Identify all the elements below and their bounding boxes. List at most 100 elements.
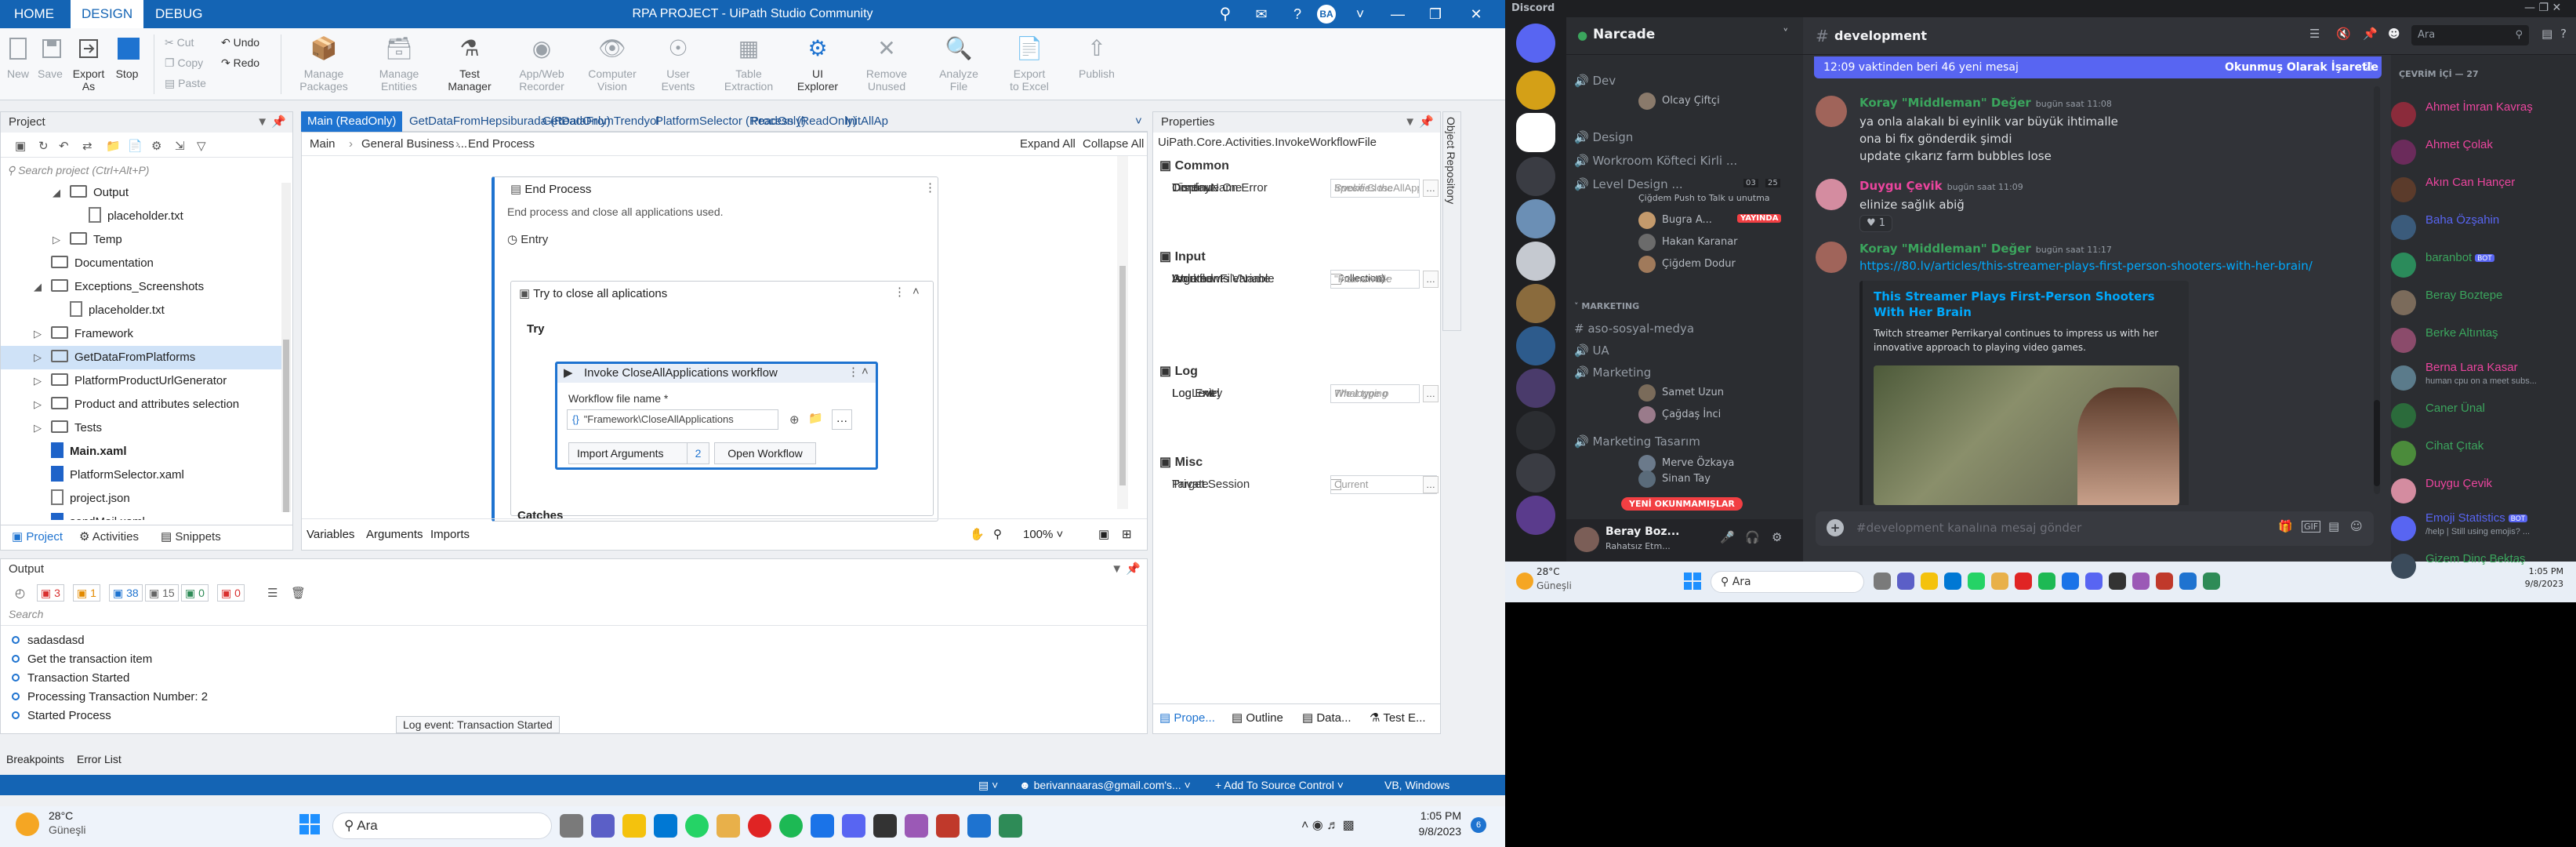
file-icon[interactable]: 📄 — [128, 139, 143, 153]
designer-scrollbar[interactable] — [1117, 156, 1128, 509]
pin-icon[interactable]: ▼ 📌 — [1111, 559, 1141, 580]
avatar[interactable]: BA — [1317, 5, 1336, 24]
task-view-icon[interactable] — [1874, 573, 1891, 590]
status-icons[interactable]: ▤ ˅ — [978, 775, 998, 795]
windows-start-icon[interactable] — [1684, 573, 1701, 590]
voice-user[interactable]: Çağdaş İnci — [1638, 405, 1721, 425]
weather-icon[interactable] — [16, 812, 39, 836]
member-item[interactable]: Baha Özşahin — [2391, 210, 2563, 245]
member-item[interactable]: Duygu Çevik — [2391, 474, 2563, 508]
microphone-icon[interactable]: 🎤 — [1720, 530, 1735, 544]
tab-activities[interactable]: ⚙ Activities — [79, 525, 139, 549]
member-item[interactable]: Emoji Statistics BOT/help | Still using e… — [2391, 511, 2563, 546]
property-value-input[interactable]: "Framework — [1330, 270, 1420, 289]
member-item[interactable]: Berna Lara Kasar human cpu on a meet subs… — [2391, 361, 2563, 395]
property-value-input[interactable]: Current — [1330, 475, 1437, 494]
tree-item[interactable]: Main.xaml — [1, 440, 281, 463]
mute-icon[interactable]: 🔇 — [2336, 27, 2351, 41]
chevron-right-icon[interactable]: ▷ — [34, 322, 51, 346]
avatar[interactable] — [1816, 96, 1847, 127]
tab-outline[interactable]: ▤ Outline — [1232, 704, 1283, 732]
tab-design[interactable]: DESIGN — [71, 0, 144, 28]
property-section-header[interactable]: ▣ Misc — [1153, 453, 1440, 473]
help-icon[interactable]: ? — [1279, 0, 1315, 28]
collapse-icon[interactable]: ˄ — [912, 285, 920, 298]
pin-icon[interactable]: ▼ 📌 — [1404, 112, 1434, 133]
member-item[interactable]: Gizem Dinç Bektaş — [2391, 549, 2563, 583]
arguments-tab[interactable]: Arguments — [366, 519, 423, 551]
mail-icon[interactable] — [1944, 573, 1961, 590]
member-item[interactable]: Caner Ünal — [2391, 398, 2563, 433]
publish-button[interactable]: ⇧ Publish — [1063, 33, 1130, 81]
document-tab[interactable]: Main (ReadOnly) — [301, 111, 403, 132]
discord-home-icon[interactable] — [1516, 24, 1555, 63]
tree-item[interactable]: ▷ Product and attributes selection — [1, 393, 281, 416]
server-icon[interactable] — [1516, 326, 1555, 365]
chevron-right-icon[interactable]: ▷ — [34, 346, 51, 369]
document-tab[interactable]: InitAllAp — [839, 111, 894, 132]
trace-icon-filter[interactable]: ▣ 15 — [145, 584, 179, 602]
member-item[interactable]: Cihat Çıtak — [2391, 436, 2563, 471]
filter-icon[interactable]: ▽ — [197, 139, 206, 153]
task-view-icon[interactable] — [560, 814, 583, 838]
mark-read-button[interactable]: Okunmuş Olarak İşaretle — [2225, 56, 2378, 78]
more-icon[interactable]: ⋮ — [894, 285, 905, 299]
windows-start-icon[interactable] — [299, 814, 320, 834]
ellipsis-button[interactable]: … — [1423, 271, 1439, 288]
ellipsis-button[interactable]: … — [832, 409, 852, 430]
import-arguments-button[interactable]: Import Arguments 2 — [568, 442, 709, 464]
property-value-input[interactable]: Specifies the — [1330, 179, 1420, 198]
server-folder-icon[interactable] — [1516, 411, 1555, 450]
uipath-studio-icon[interactable] — [967, 814, 991, 838]
avatar[interactable] — [1816, 242, 1847, 273]
voice-user[interactable]: Çiğdem Dodur — [1638, 254, 1736, 274]
reaction[interactable]: ♥ 1 — [1859, 215, 1893, 232]
tree-item[interactable]: ▷ Framework — [1, 322, 281, 346]
app-icon[interactable] — [936, 814, 960, 838]
tab-test-explorer[interactable]: ⚗ Test E... — [1370, 704, 1426, 732]
app-icon[interactable] — [905, 814, 928, 838]
author-name[interactable]: Koray "Middleman" Değer — [1859, 96, 2031, 110]
breadcrumb-general[interactable]: General Business ... — [361, 133, 467, 156]
breakpoints-tab[interactable]: Breakpoints — [6, 750, 64, 769]
file-explorer-icon[interactable] — [1991, 573, 2008, 590]
teams-icon[interactable] — [1897, 573, 1914, 590]
server-icon[interactable] — [1516, 284, 1555, 323]
minimize-icon[interactable]: — — [1380, 0, 1416, 28]
ui-explorer-button[interactable]: ⚙ UI Explorer — [784, 33, 851, 93]
warning-icon-filter[interactable]: ▣ 1 — [73, 584, 100, 602]
plus-circle-icon[interactable]: ⊕ — [789, 413, 800, 427]
server-narcade-icon[interactable] — [1516, 113, 1555, 152]
message-link[interactable]: https://80.lv/articles/this-streamer-pla… — [1859, 259, 2313, 273]
list-icon[interactable]: ☰ — [267, 586, 278, 600]
uipath-studio-icon[interactable] — [2179, 573, 2197, 590]
tray-icons[interactable]: ˄ ◉ ♬ ▩ — [1301, 817, 1355, 833]
whatsapp-icon[interactable] — [685, 814, 709, 838]
collapse-all-link[interactable]: Collapse All — [1083, 133, 1144, 156]
plus-circle-icon[interactable]: + — [1827, 519, 1844, 536]
collapse-icon[interactable]: ▣ — [15, 139, 26, 153]
maps-icon[interactable] — [2062, 573, 2079, 590]
analyze-file-button[interactable]: 🔍 Analyze File — [925, 33, 992, 93]
user-email[interactable]: ☻ berivannaaras@gmail.com's... ˅ — [1019, 775, 1191, 795]
breadcrumb-main[interactable]: Main — [310, 133, 336, 156]
uipath-assistant-icon[interactable] — [2203, 573, 2220, 590]
new-messages-bar[interactable]: 12:09 vaktinden beri 46 yeni mesaj Okunm… — [1814, 56, 2382, 78]
tabs-overflow-icon[interactable]: ˅ — [1132, 111, 1145, 132]
app-web-recorder-button[interactable]: ◉ App/Web Recorder — [508, 33, 575, 93]
undo-icon[interactable]: ↶ — [59, 139, 69, 153]
tree-item[interactable]: placeholder.txt — [1, 205, 281, 228]
circle-icon-filter[interactable]: ▣ 3 — [37, 584, 64, 602]
chevron-right-icon[interactable]: ▷ — [34, 369, 51, 393]
tree-item[interactable]: ▷ GetDataFromPlatforms — [1, 346, 281, 369]
clock-icon[interactable]: ◴ — [15, 586, 25, 600]
sync-icon[interactable]: ⇄ — [82, 139, 93, 153]
tree-scrollbar[interactable] — [281, 183, 291, 512]
discord-icon[interactable] — [2085, 573, 2103, 590]
fit-screen-icon[interactable]: ▣ — [1098, 519, 1109, 551]
uipath-assistant-icon[interactable] — [999, 814, 1022, 838]
gear-icon[interactable]: ⚙ — [151, 139, 161, 153]
remove-unused-button[interactable]: ✕ Remove Unused — [853, 33, 920, 93]
property-section-header[interactable]: ▣ Log — [1153, 362, 1440, 382]
expand-all-link[interactable]: Expand All — [1020, 133, 1076, 156]
